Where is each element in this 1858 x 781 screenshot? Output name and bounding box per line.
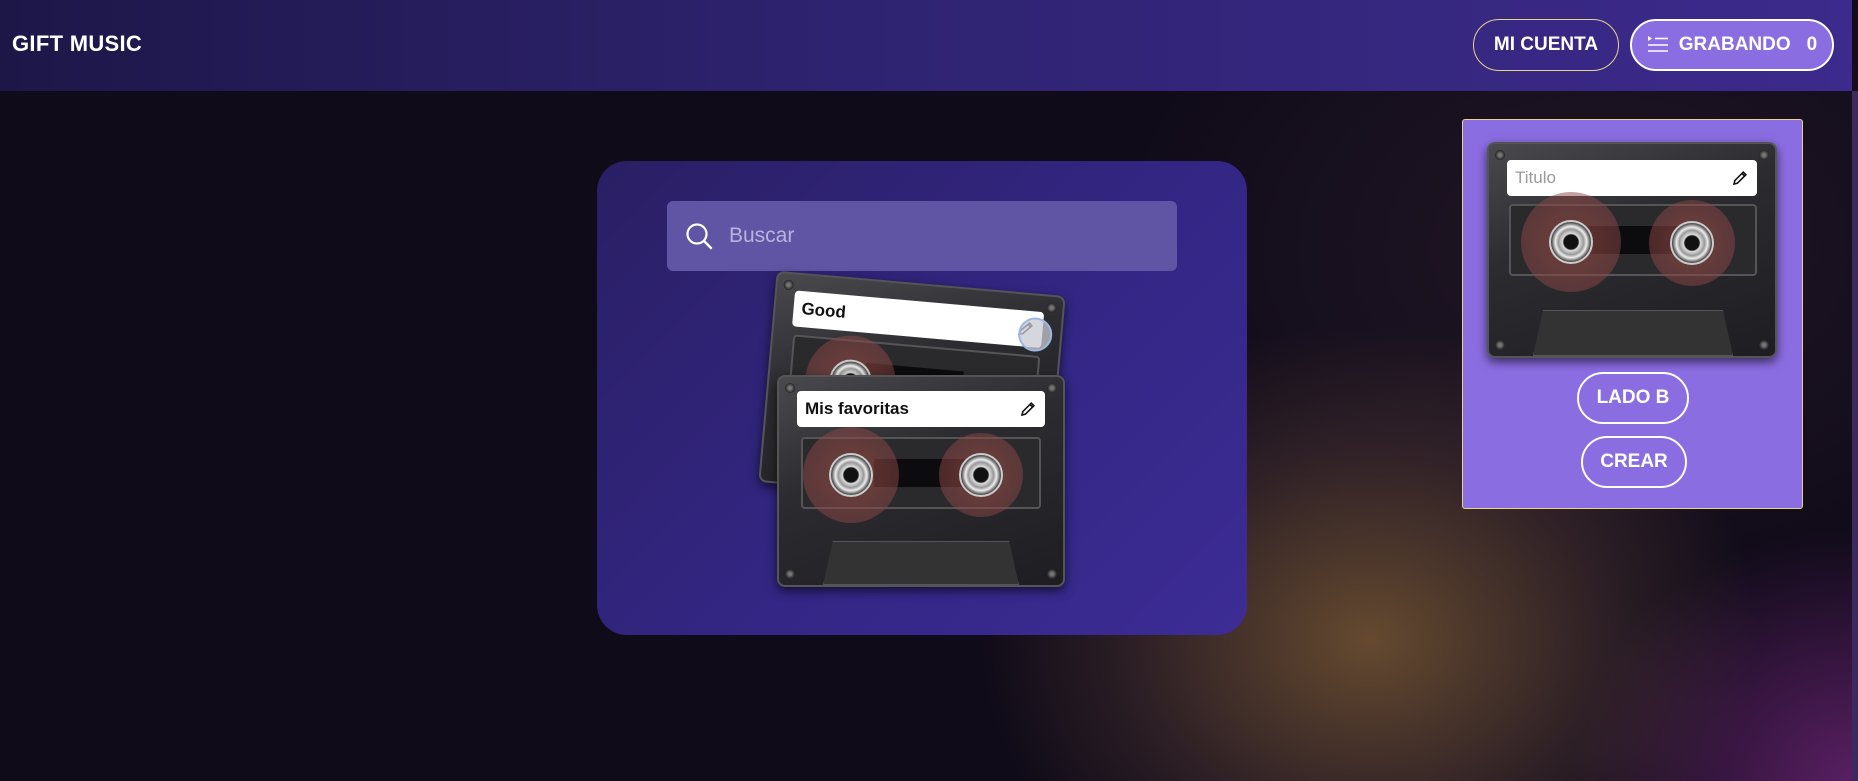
search-icon (686, 223, 713, 250)
my-account-button[interactable]: MI CUENTA (1473, 19, 1619, 71)
library-card: Good Mis favoritas (597, 161, 1247, 635)
screw (1047, 569, 1057, 579)
screw (1047, 383, 1057, 393)
cassette-label: Mis favoritas (797, 391, 1045, 427)
side-b-button[interactable]: LADO B (1577, 372, 1689, 424)
search-bar[interactable] (667, 201, 1177, 271)
cassette-card[interactable]: Mis favoritas (777, 375, 1065, 587)
left-reel (1521, 192, 1621, 292)
right-reel (1649, 200, 1735, 286)
cassette-title: Mis favoritas (805, 399, 909, 418)
editor-cassette (1487, 142, 1777, 358)
recording-label: GRABANDO (1678, 34, 1791, 55)
screw (1759, 150, 1769, 160)
cassette-title: Good (800, 299, 847, 322)
app-logo[interactable]: GIFT MUSIC (12, 31, 142, 57)
shuffle-badge-icon[interactable] (1016, 316, 1054, 353)
screw (785, 383, 795, 393)
cassette-bottom (1533, 310, 1733, 356)
right-reel (939, 433, 1023, 517)
top-header: GIFT MUSIC MI CUENTA GRABANDO 0 (0, 0, 1852, 91)
cassette-bottom (823, 541, 1019, 585)
recording-button[interactable]: GRABANDO 0 (1630, 19, 1834, 71)
screw (1759, 340, 1769, 350)
pencil-icon[interactable] (1019, 400, 1037, 418)
left-reel (803, 427, 899, 523)
pencil-icon[interactable] (1731, 169, 1749, 187)
cassette-editor-panel: LADO B CREAR (1462, 119, 1803, 509)
title-input[interactable] (1515, 168, 1715, 188)
screw (1495, 150, 1505, 160)
playlist-icon (1647, 36, 1668, 52)
screw (785, 569, 795, 579)
screw (1046, 302, 1058, 314)
title-field[interactable] (1507, 160, 1757, 196)
page-scrollbar[interactable] (1852, 91, 1858, 781)
create-button[interactable]: CREAR (1581, 436, 1687, 488)
screw (783, 279, 795, 291)
recording-count: 0 (1806, 34, 1818, 55)
search-input[interactable] (729, 224, 1149, 248)
screw (1495, 340, 1505, 350)
